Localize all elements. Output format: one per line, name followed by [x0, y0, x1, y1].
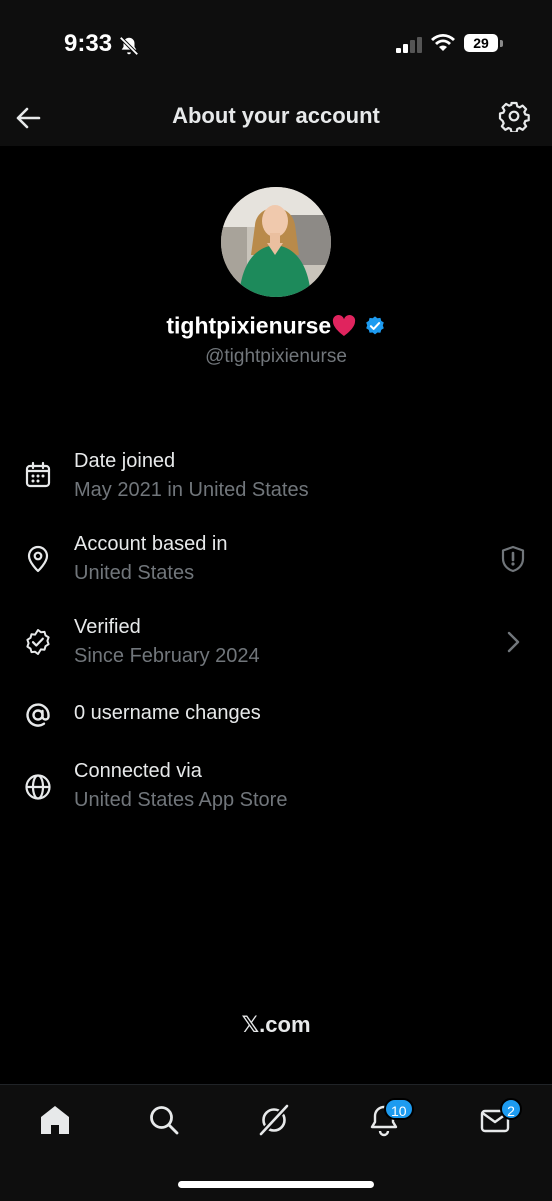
connected-via-label: Connected via	[74, 760, 202, 782]
battery-level: 29	[473, 35, 489, 51]
notifications-badge: 10	[384, 1098, 414, 1120]
account-based-value: United States	[74, 562, 195, 584]
search-icon[interactable]	[147, 1103, 181, 1137]
home-icon[interactable]	[38, 1103, 72, 1137]
calendar-icon	[25, 461, 51, 488]
messages-badge: 2	[500, 1098, 522, 1120]
username-handle: @tightpixienurse	[205, 346, 347, 367]
heart-emoji-icon	[333, 314, 356, 336]
at-sign-icon	[26, 703, 50, 727]
globe-icon	[25, 774, 51, 800]
display-name: tightpixienurse	[166, 312, 332, 339]
date-joined-value: May 2021 in United States	[74, 479, 309, 501]
bell-muted-icon	[119, 36, 139, 56]
account-based-label: Account based in	[74, 533, 228, 555]
verified-checkmark-icon	[365, 316, 384, 335]
profile-name-row: tightpixienurse	[0, 311, 552, 339]
x-dot-com-link[interactable]: 𝕏.com	[0, 1012, 552, 1038]
grok-icon[interactable]	[257, 1103, 291, 1137]
settings-gear-icon[interactable]	[498, 100, 530, 132]
shield-alert-icon[interactable]	[498, 544, 528, 574]
avatar	[221, 187, 331, 297]
connected-via-value: United States App Store	[74, 789, 288, 811]
status-time: 9:33	[64, 30, 113, 57]
verified-value: Since February 2024	[74, 645, 260, 667]
wifi-icon	[431, 34, 455, 51]
chevron-right-icon[interactable]	[498, 627, 528, 657]
verified-label: Verified	[74, 616, 141, 638]
verified-badge-icon	[26, 629, 50, 655]
page-title: About your account	[172, 103, 380, 128]
date-joined-label: Date joined	[74, 450, 176, 472]
cellular-signal-icon	[396, 37, 422, 53]
header: About your account	[0, 90, 552, 146]
status-bar: 9:33 29	[0, 0, 552, 90]
username-changes-label: 0 username changes	[74, 702, 261, 724]
battery-indicator: 29	[464, 34, 504, 54]
home-indicator[interactable]	[178, 1181, 374, 1188]
location-pin-icon	[27, 545, 49, 573]
